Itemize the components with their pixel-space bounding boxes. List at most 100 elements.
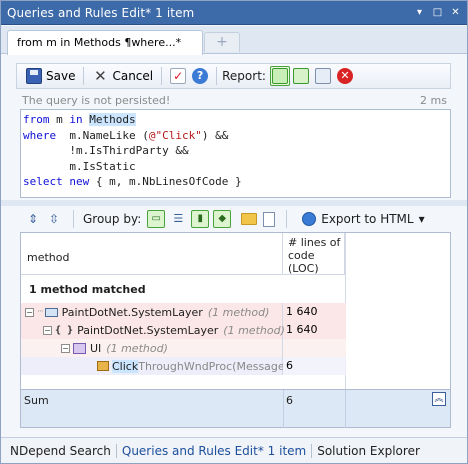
node-name: PaintDotNet.SystemLayer bbox=[61, 305, 203, 319]
toolbar-separator bbox=[286, 210, 288, 228]
toolbar-separator bbox=[161, 67, 163, 85]
report-stop-button[interactable]: ✕ bbox=[334, 66, 356, 86]
method-cell: − UI (1 method) bbox=[21, 339, 283, 357]
report-chart-icon bbox=[271, 68, 288, 84]
save-icon bbox=[26, 68, 42, 84]
node-name: UI bbox=[90, 341, 102, 355]
results-grid: method # lines of code (LOC) 1 method ma… bbox=[20, 232, 451, 428]
namespace-icon: { } bbox=[55, 324, 74, 336]
report-option-3-button[interactable] bbox=[312, 66, 334, 86]
matched-count: 1 method matched bbox=[29, 283, 146, 296]
collapse-sum-icon[interactable]: ︽ bbox=[432, 392, 446, 406]
tree-node-assembly: − ··· PaintDotNet.SystemLayer (1 method) bbox=[25, 303, 269, 321]
collapse-node-icon[interactable]: − bbox=[43, 325, 52, 335]
toolbar-separator bbox=[216, 67, 218, 85]
save-button[interactable]: Save bbox=[23, 66, 78, 86]
cancel-icon: ✕ bbox=[94, 67, 107, 85]
collapse-all-icon[interactable]: ⇳ bbox=[47, 212, 61, 226]
query-editor[interactable]: from m in Methods where m.NameLike (@"Cl… bbox=[20, 109, 451, 198]
help-icon: ? bbox=[192, 68, 209, 84]
check-icon: ✓ bbox=[170, 68, 187, 84]
code-line-1: from m in Methods bbox=[23, 113, 136, 126]
toolbar-separator bbox=[73, 210, 74, 228]
maximize-icon[interactable]: □ bbox=[430, 5, 445, 20]
status-message: The query is not persisted! bbox=[22, 94, 171, 107]
sum-label: Sum bbox=[24, 394, 49, 407]
node-name: ThroughWndProc(Message& bbox=[138, 359, 294, 373]
code-line-5: select new { m, m.NbLinesOfCode } bbox=[23, 175, 242, 188]
column-header-method[interactable]: method bbox=[21, 233, 283, 275]
dropdown-icon[interactable]: ▾ bbox=[412, 5, 427, 20]
loc-cell: 1 640 bbox=[286, 305, 318, 318]
column-header-loc[interactable]: # lines of code (LOC) bbox=[283, 233, 345, 275]
tab-query-document[interactable]: from m in Methods ¶where...* bbox=[7, 30, 203, 55]
help-button[interactable]: ? bbox=[189, 66, 211, 86]
export-html-dropdown[interactable]: Export to HTML ▾ bbox=[302, 212, 425, 226]
table-row[interactable]: − { } PaintDotNet.SystemLayer (1 method)… bbox=[21, 321, 346, 339]
report-list-icon bbox=[292, 68, 309, 84]
report-label: Report: bbox=[222, 69, 266, 83]
class-icon bbox=[73, 342, 86, 354]
pane-splitter[interactable] bbox=[1, 200, 467, 206]
query-status: The query is not persisted! 2 ms bbox=[22, 94, 449, 108]
tree-node-method: Click ThroughWndProc(Message& bbox=[97, 357, 293, 375]
loc-cell: 1 640 bbox=[286, 323, 318, 336]
group-by-assembly-button[interactable]: ▭ bbox=[147, 210, 166, 228]
table-row[interactable]: − UI (1 method) bbox=[21, 339, 346, 357]
tab-ndepend-search[interactable]: NDepend Search bbox=[6, 444, 115, 458]
table-row[interactable]: Click ThroughWndProc(Message& 6 bbox=[21, 357, 346, 375]
node-note: (1 method) bbox=[106, 341, 168, 355]
group-by-namespace-button[interactable]: ☰ bbox=[169, 210, 187, 228]
export-label: Export to HTML bbox=[321, 212, 414, 226]
title-bar: Queries and Rules Edit* 1 item ▾ □ ✕ bbox=[1, 1, 467, 25]
assembly-icon bbox=[44, 307, 58, 317]
tab-separator bbox=[311, 443, 313, 458]
save-label: Save bbox=[46, 69, 76, 83]
chevron-down-icon: ▾ bbox=[418, 212, 425, 226]
bottom-tab-strip: NDepend Search Queries and Rules Edit* 1… bbox=[1, 437, 467, 463]
cancel-label: Cancel bbox=[112, 69, 154, 83]
elapsed-time: 2 ms bbox=[420, 94, 447, 107]
tree-node-type: − UI (1 method) bbox=[61, 339, 168, 357]
group-by-label: Group by: bbox=[83, 212, 142, 226]
tab-separator bbox=[115, 443, 117, 458]
method-cell: − { } PaintDotNet.SystemLayer (1 method) bbox=[21, 321, 285, 339]
group-by-member-button[interactable]: ◆ bbox=[213, 210, 232, 228]
code-line-2: where m.NameLike (@"Click") && bbox=[23, 128, 229, 142]
window-controls: ▾ □ ✕ bbox=[412, 5, 463, 20]
static-method-icon bbox=[97, 361, 109, 371]
node-name: PaintDotNet.SystemLayer bbox=[77, 323, 219, 337]
document-icon[interactable] bbox=[263, 211, 276, 227]
tab-solution-explorer[interactable]: Solution Explorer bbox=[313, 444, 424, 458]
query-toolbar: Save ✕ Cancel ✓ ? Report: ✕ bbox=[16, 63, 451, 89]
toolbar-separator bbox=[83, 67, 85, 85]
node-note: (1 method) bbox=[207, 305, 270, 319]
new-tab-button[interactable]: + bbox=[204, 32, 240, 52]
collapse-node-icon[interactable]: − bbox=[25, 307, 34, 317]
group-by-type-button[interactable]: ▮ bbox=[191, 210, 210, 228]
tree-node-namespace: − { } PaintDotNet.SystemLayer (1 method) bbox=[43, 321, 285, 339]
column-header-method-label: method bbox=[27, 251, 70, 264]
code-line-3: !m.IsThirdParty && bbox=[23, 144, 189, 157]
folder-icon[interactable] bbox=[241, 213, 258, 225]
globe-icon bbox=[302, 212, 317, 226]
loc-cell bbox=[283, 339, 345, 357]
close-icon[interactable]: ✕ bbox=[448, 5, 463, 20]
method-cell: − ··· PaintDotNet.SystemLayer (1 method) bbox=[21, 303, 283, 321]
collapse-node-icon[interactable]: − bbox=[61, 343, 70, 353]
tab-queries-rules-edit[interactable]: Queries and Rules Edit* 1 item bbox=[118, 444, 310, 458]
node-note: (1 method) bbox=[223, 323, 285, 337]
report-option-1-button[interactable] bbox=[269, 66, 290, 86]
table-row[interactable]: − ··· PaintDotNet.SystemLayer (1 method)… bbox=[21, 303, 346, 321]
stop-icon: ✕ bbox=[336, 68, 353, 84]
check-query-button[interactable]: ✓ bbox=[167, 66, 189, 86]
report-option-2-button[interactable] bbox=[290, 66, 312, 86]
tree-line: ··· bbox=[37, 307, 44, 317]
cancel-button[interactable]: ✕ Cancel bbox=[89, 66, 156, 86]
sum-row: Sum 6 ︽ bbox=[21, 389, 450, 428]
results-toolbar: ⇕ ⇳ Group by: ▭ ☰ ▮ ◆ Export to HTML ▾ bbox=[20, 208, 451, 230]
match-highlight: Click bbox=[112, 359, 139, 373]
report-table-icon bbox=[314, 68, 331, 84]
column-divider bbox=[345, 390, 346, 428]
expand-all-icon[interactable]: ⇕ bbox=[26, 212, 40, 226]
